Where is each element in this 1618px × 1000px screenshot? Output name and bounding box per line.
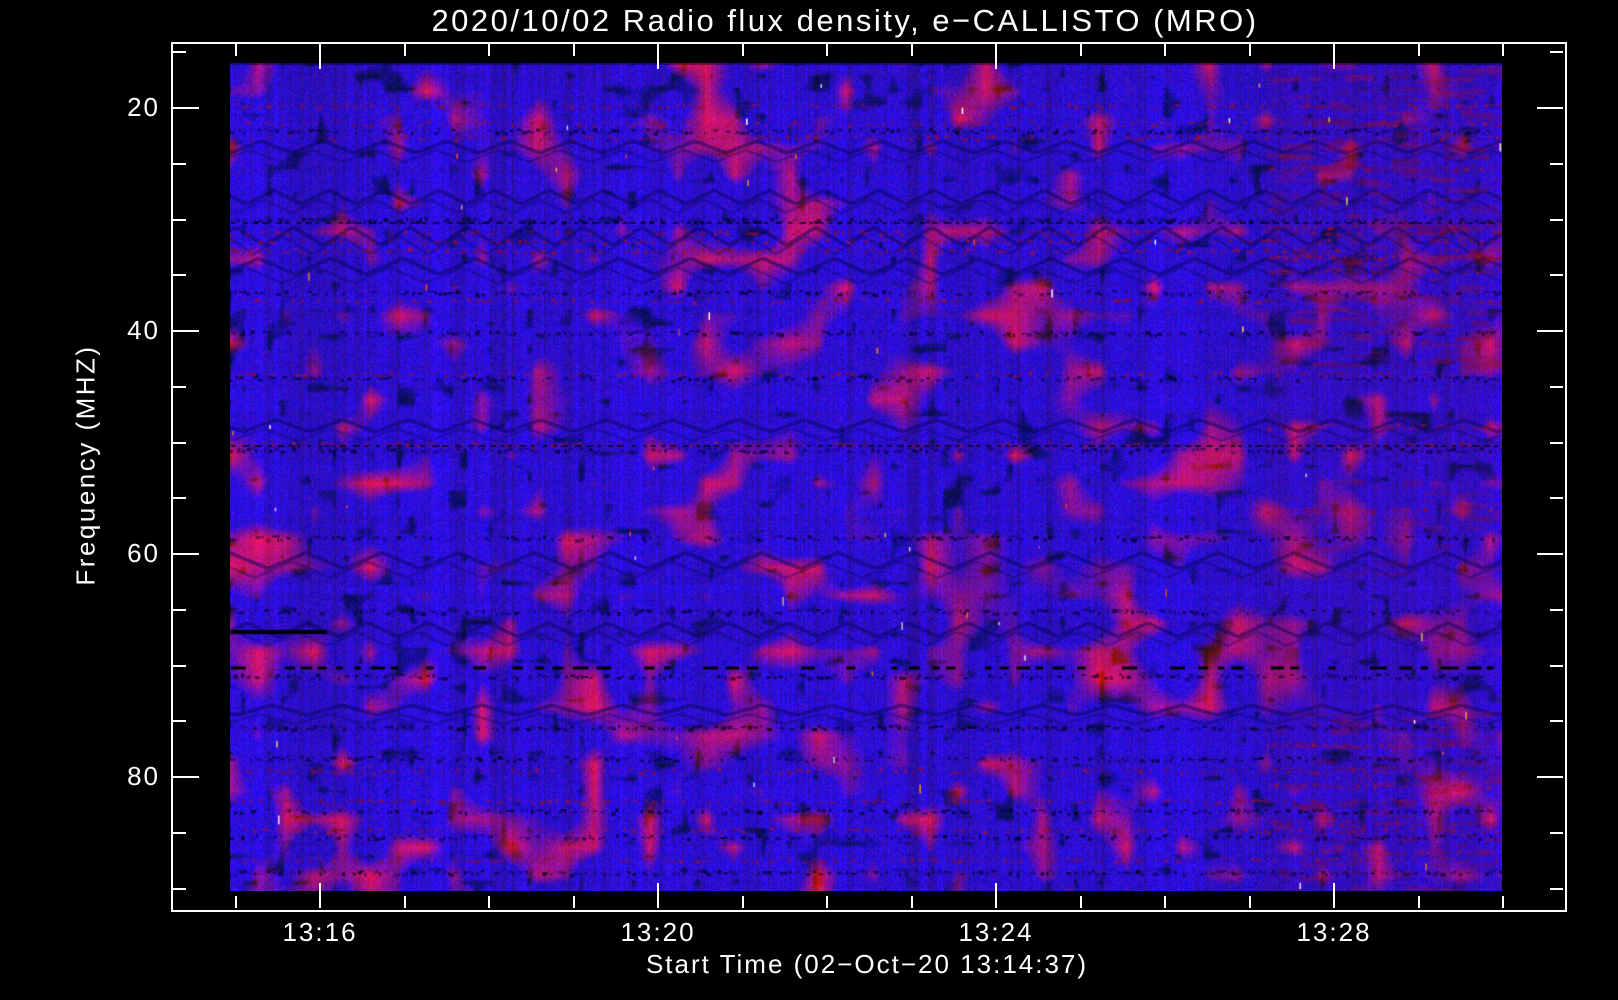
axis-tick	[173, 608, 186, 611]
axis-tick	[1502, 44, 1504, 56]
axis-tick	[1417, 44, 1420, 56]
axis-tick	[319, 883, 321, 908]
axis-tick	[1248, 896, 1251, 908]
axis-tick	[995, 883, 997, 908]
x-tick-label: 13:16	[282, 917, 358, 947]
screen: { "colors": { "background": "#000000", "…	[0, 0, 1618, 1000]
axis-tick	[1537, 330, 1563, 332]
axis-tick	[1550, 441, 1563, 444]
axis-tick	[173, 664, 186, 667]
plot-title: 2020/10/02 Radio flux density, e−CALLIST…	[431, 3, 1259, 38]
axis-tick	[1550, 608, 1563, 611]
axis-tick	[572, 896, 575, 908]
spectrogram-canvas	[230, 63, 1502, 891]
axis-tick	[995, 44, 997, 69]
axis-tick	[1537, 107, 1563, 109]
axis-tick	[1079, 44, 1082, 56]
axis-tick	[1164, 896, 1166, 908]
axis-tick	[1550, 51, 1563, 54]
axis-tick	[173, 330, 199, 332]
y-tick-label: 40	[127, 315, 160, 345]
axis-tick	[1417, 896, 1420, 908]
axis-tick	[1550, 664, 1563, 667]
axis-tick	[572, 44, 575, 56]
axis-tick	[488, 44, 490, 56]
axis-tick	[173, 162, 186, 165]
axis-tick	[826, 44, 828, 56]
axis-tick	[1333, 44, 1335, 69]
axis-tick	[234, 44, 237, 56]
axis-tick	[173, 274, 186, 277]
x-tick-label: 13:28	[1296, 917, 1372, 947]
axis-tick	[1550, 831, 1563, 834]
axis-tick	[910, 896, 913, 908]
axis-tick	[1502, 896, 1504, 908]
axis-tick	[1537, 553, 1563, 555]
axis-tick	[1164, 44, 1166, 56]
axis-tick	[173, 385, 186, 388]
axis-tick	[657, 44, 659, 69]
axis-tick	[488, 896, 490, 908]
axis-tick	[1079, 896, 1082, 908]
x-axis-title: Start Time (02−Oct−20 13:14:37)	[645, 949, 1089, 979]
axis-tick	[657, 883, 659, 908]
axis-tick	[741, 44, 744, 56]
axis-tick	[1550, 887, 1563, 890]
axis-tick	[1550, 497, 1563, 500]
x-tick-label: 13:24	[958, 917, 1034, 947]
axis-tick	[1550, 162, 1563, 165]
axis-tick	[173, 553, 199, 555]
y-tick-label: 20	[127, 92, 160, 122]
axis-tick	[910, 44, 913, 56]
axis-tick	[234, 896, 237, 908]
axis-tick	[173, 51, 186, 54]
axis-tick	[173, 497, 186, 500]
axis-tick	[741, 896, 744, 908]
axis-tick	[1550, 385, 1563, 388]
axis-tick	[173, 720, 186, 723]
axis-tick	[1550, 720, 1563, 723]
axis-tick	[173, 107, 199, 109]
axis-tick	[173, 776, 199, 778]
axis-tick	[403, 44, 406, 56]
axis-tick	[1550, 274, 1563, 277]
y-axis-title: Frequency (MHZ)	[70, 344, 101, 586]
axis-tick	[319, 44, 321, 69]
axis-tick	[1248, 44, 1251, 56]
axis-tick	[1537, 776, 1563, 778]
axis-tick	[1550, 218, 1563, 221]
x-tick-label: 13:20	[620, 917, 696, 947]
axis-tick	[173, 831, 186, 834]
axis-tick	[826, 896, 828, 908]
axis-tick	[1333, 883, 1335, 908]
axis-tick	[173, 218, 186, 221]
axis-tick	[403, 896, 406, 908]
axis-tick	[173, 441, 186, 444]
y-tick-label: 80	[127, 761, 160, 791]
axis-tick	[173, 887, 186, 890]
